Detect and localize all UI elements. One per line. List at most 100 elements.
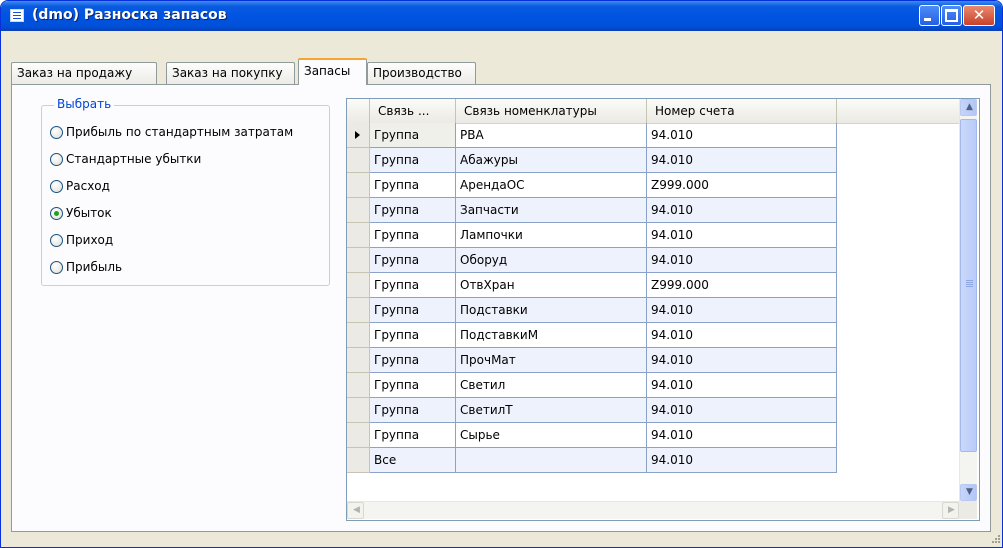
radio-loss[interactable]: Убыток — [50, 204, 112, 222]
row-selector[interactable] — [347, 348, 370, 373]
resize-grip-icon[interactable] — [991, 534, 1001, 544]
cell-account-number[interactable]: 94.010 — [647, 323, 837, 348]
table-row[interactable]: Группа Подставки 94.010 — [347, 298, 837, 323]
radio-standard-cost-profit[interactable]: Прибыль по стандартным затратам — [50, 123, 293, 141]
row-selector[interactable] — [347, 398, 370, 423]
cell-account-number[interactable]: Z999.000 — [647, 273, 837, 298]
row-selector[interactable] — [347, 273, 370, 298]
tab-purchase-order[interactable]: Заказ на покупку — [166, 62, 295, 84]
radio-button[interactable] — [50, 152, 63, 166]
cell-item-relation[interactable]: Светил — [456, 373, 647, 398]
cell-item-relation[interactable]: СветилТ — [456, 398, 647, 423]
cell-relation[interactable]: Группа — [370, 173, 456, 198]
cell-account-number[interactable]: 94.010 — [647, 423, 837, 448]
tab-production[interactable]: Производство — [367, 62, 476, 84]
cell-relation[interactable]: Группа — [370, 248, 456, 273]
cell-item-relation[interactable]: Запчасти — [456, 198, 647, 223]
scroll-up-button[interactable]: ▲ — [960, 99, 977, 116]
table-row[interactable]: Группа Сырье 94.010 — [347, 423, 837, 448]
cell-relation[interactable]: Группа — [370, 273, 456, 298]
posting-grid[interactable]: Связь ... Связь номенклатуры Номер счета… — [346, 98, 980, 521]
cell-item-relation[interactable]: Лампочки — [456, 223, 647, 248]
cell-item-relation[interactable]: АрендаОС — [456, 173, 647, 198]
cell-account-number[interactable]: 94.010 — [647, 223, 837, 248]
row-selector[interactable] — [347, 198, 370, 223]
table-row[interactable]: Группа Светил 94.010 — [347, 373, 837, 398]
cell-item-relation[interactable]: Подставки — [456, 298, 647, 323]
cell-item-relation[interactable]: Сырье — [456, 423, 647, 448]
tab-inventory[interactable]: Запасы — [298, 58, 367, 85]
table-row[interactable]: Все 94.010 — [347, 448, 837, 473]
radio-expense[interactable]: Расход — [50, 177, 110, 195]
radio-button[interactable] — [50, 260, 63, 274]
cell-item-relation[interactable]: PBA — [456, 123, 647, 148]
cell-item-relation[interactable]: ОтвХран — [456, 273, 647, 298]
table-row[interactable]: Группа ПрочМат 94.010 — [347, 348, 837, 373]
maximize-button[interactable] — [941, 5, 962, 26]
cell-relation[interactable]: Группа — [370, 223, 456, 248]
radio-standard-loss[interactable]: Стандартные убытки — [50, 150, 201, 168]
radio-receipt[interactable]: Приход — [50, 231, 113, 249]
column-header-item-relation[interactable]: Связь номенклатуры — [456, 99, 647, 123]
cell-account-number[interactable]: 94.010 — [647, 448, 837, 473]
cell-relation[interactable]: Группа — [370, 298, 456, 323]
column-header-account-number[interactable]: Номер счета — [647, 99, 837, 123]
cell-account-number[interactable]: 94.010 — [647, 248, 837, 273]
cell-account-number[interactable]: 94.010 — [647, 398, 837, 423]
table-row[interactable]: Группа Запчасти 94.010 — [347, 198, 837, 223]
radio-button[interactable] — [50, 233, 63, 247]
cell-relation[interactable]: Группа — [370, 373, 456, 398]
cell-account-number[interactable]: 94.010 — [647, 298, 837, 323]
column-header-relation[interactable]: Связь ... — [370, 99, 456, 123]
scroll-thumb[interactable] — [960, 119, 977, 452]
cell-relation[interactable]: Группа — [370, 198, 456, 223]
cell-account-number[interactable]: 94.010 — [647, 373, 837, 398]
cell-account-number[interactable]: 94.010 — [647, 348, 837, 373]
table-row[interactable]: Группа АрендаОС Z999.000 — [347, 173, 837, 198]
cell-item-relation[interactable]: Абажуры — [456, 148, 647, 173]
row-selector[interactable] — [347, 298, 370, 323]
row-selector[interactable] — [347, 448, 370, 473]
horizontal-scrollbar[interactable]: ◀ ▶ — [347, 501, 959, 519]
table-row[interactable]: Группа СветилТ 94.010 — [347, 398, 837, 423]
scroll-left-button[interactable]: ◀ — [347, 502, 364, 519]
radio-profit[interactable]: Прибыль — [50, 258, 122, 276]
row-selector[interactable] — [347, 323, 370, 348]
scroll-right-button[interactable]: ▶ — [942, 502, 959, 519]
radio-button-checked[interactable] — [50, 206, 63, 220]
cell-item-relation[interactable]: Оборуд — [456, 248, 647, 273]
row-selector[interactable] — [347, 373, 370, 398]
cell-relation[interactable]: Группа — [370, 348, 456, 373]
row-selector[interactable] — [347, 248, 370, 273]
scroll-down-button[interactable]: ▼ — [960, 484, 977, 501]
row-selector[interactable] — [347, 223, 370, 248]
cell-relation[interactable]: Группа — [370, 423, 456, 448]
table-row[interactable]: Группа Оборуд 94.010 — [347, 248, 837, 273]
cell-relation[interactable]: Группа — [370, 148, 456, 173]
radio-button[interactable] — [50, 125, 63, 139]
cell-account-number[interactable]: Z999.000 — [647, 173, 837, 198]
cell-account-number[interactable]: 94.010 — [647, 123, 837, 148]
vertical-scrollbar[interactable]: ▲ ▼ — [959, 99, 977, 501]
table-row[interactable]: Группа Лампочки 94.010 — [347, 223, 837, 248]
title-bar[interactable]: (dmo) Разноска запасов ✕ — [1, 1, 1002, 31]
cell-relation[interactable]: Группа — [370, 123, 456, 148]
cell-item-relation[interactable]: ПрочМат — [456, 348, 647, 373]
row-selector[interactable] — [347, 173, 370, 198]
row-selector[interactable] — [347, 148, 370, 173]
row-selector[interactable] — [347, 423, 370, 448]
cell-relation[interactable]: Все — [370, 448, 456, 473]
app-form-icon[interactable] — [10, 9, 24, 22]
minimize-button[interactable] — [919, 5, 940, 26]
cell-relation[interactable]: Группа — [370, 398, 456, 423]
row-selector[interactable] — [347, 123, 370, 148]
close-button[interactable]: ✕ — [963, 5, 995, 26]
table-row[interactable]: Группа Абажуры 94.010 — [347, 148, 837, 173]
table-row[interactable]: Группа PBA 94.010 — [347, 123, 837, 148]
cell-item-relation[interactable] — [456, 448, 647, 473]
tab-sales-order[interactable]: Заказ на продажу — [11, 62, 157, 84]
cell-account-number[interactable]: 94.010 — [647, 198, 837, 223]
table-row[interactable]: Группа ПодставкиМ 94.010 — [347, 323, 837, 348]
cell-relation[interactable]: Группа — [370, 323, 456, 348]
table-row[interactable]: Группа ОтвХран Z999.000 — [347, 273, 837, 298]
